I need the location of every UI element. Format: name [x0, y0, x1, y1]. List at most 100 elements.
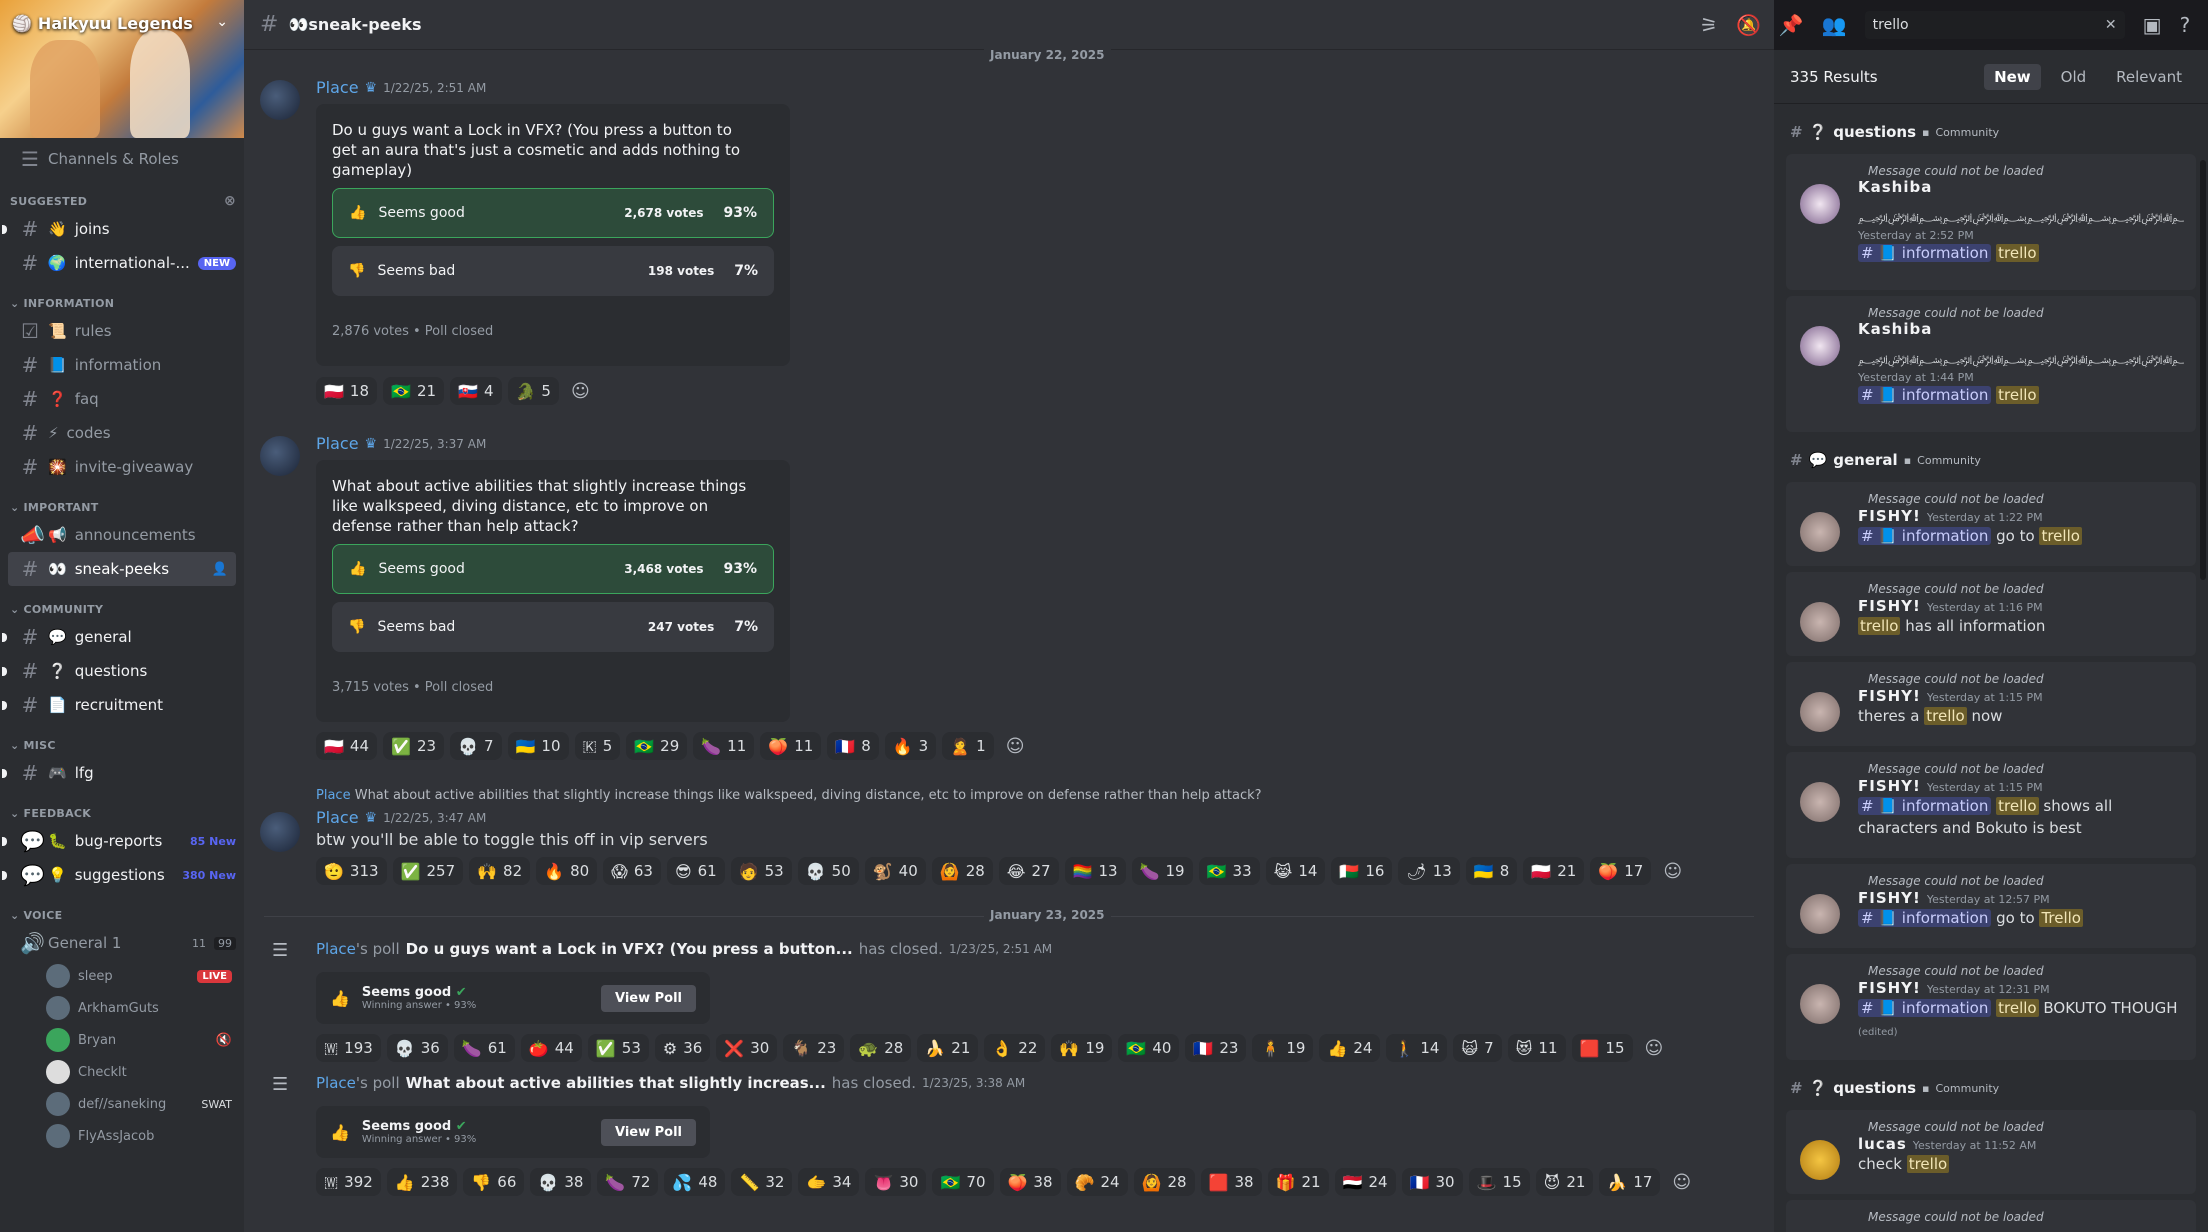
reaction-button[interactable]: 💀 36 [386, 1034, 448, 1062]
reaction-button[interactable]: 🐐 23 [783, 1034, 845, 1062]
reaction-button[interactable]: 🇵🇱 21 [1523, 857, 1585, 885]
close-icon[interactable]: ⊗ [224, 193, 236, 209]
username[interactable]: Place [316, 1074, 356, 1092]
poll-option[interactable]: 👎 Seems bad 247 votes 7% [332, 602, 774, 652]
reaction-button[interactable]: 🟥 15 [1571, 1034, 1633, 1062]
reaction-button[interactable]: 😱 63 [603, 857, 661, 885]
reaction-button[interactable]: 🇺🇦 8 [1465, 857, 1518, 885]
reaction-button[interactable]: 🍆 19 [1131, 857, 1193, 885]
sidebar-item-codes[interactable]: # ⚡ codes [0, 416, 244, 450]
reaction-button[interactable]: 💀 50 [797, 857, 859, 885]
reaction-button[interactable]: 🧑 53 [730, 857, 792, 885]
sidebar-item-invite-giveaway[interactable]: # 🎇 invite-giveaway [0, 450, 244, 484]
voice-user[interactable]: def//saneking SWAT [0, 1088, 244, 1120]
reaction-button[interactable]: 👎 66 [463, 1168, 525, 1196]
reaction-button[interactable]: 🫡 313 [316, 857, 387, 885]
voice-user[interactable]: ArkhamGuts [0, 992, 244, 1024]
inbox-icon[interactable]: ▣ [2143, 13, 2162, 37]
reaction-button[interactable]: 🍆 61 [453, 1034, 515, 1062]
search-result[interactable]: Message could not be loaded FISHY! Yester… [1786, 954, 2196, 1060]
add-reaction-icon[interactable]: ☺ [1000, 736, 1031, 757]
category-important[interactable]: ⌄ IMPORTANT [0, 496, 244, 518]
reaction-button[interactable]: 🙌 82 [469, 857, 531, 885]
category-information[interactable]: ⌄ INFORMATION [0, 292, 244, 314]
search-result[interactable]: Message could not be loaded FISHY! Yester… [1786, 572, 2196, 656]
reaction-button[interactable]: 🐊 5 [507, 377, 559, 405]
reaction-button[interactable]: 🇸🇰 4 [450, 377, 502, 405]
reaction-button[interactable]: 🇼 193 [316, 1034, 381, 1062]
view-poll-button[interactable]: View Poll [600, 984, 696, 1012]
server-name[interactable]: 🏐 Haikyuu Legends [12, 14, 193, 33]
search-result[interactable]: Message could not be loaded FISHY! Yester… [1786, 752, 2196, 858]
sidebar-item-suggestions[interactable]: 💬 💡 suggestions 380 New [0, 858, 244, 892]
notifications-muted-icon[interactable]: 🔕 [1736, 13, 1761, 37]
search-result[interactable]: Message could not be loaded FISHY! Yester… [1786, 482, 2196, 566]
poll-option[interactable]: 👎 Seems bad 198 votes 7% [332, 246, 774, 296]
add-reaction-icon[interactable]: ☺ [565, 381, 596, 402]
reaction-button[interactable]: 🚶 14 [1386, 1034, 1448, 1062]
username[interactable]: Place [316, 434, 359, 453]
search-result[interactable]: Message could not be loaded FISHY! Yester… [1786, 662, 2196, 746]
add-member-icon[interactable]: 👤 [212, 562, 228, 577]
sidebar-item-announcements[interactable]: 📣 📢 announcements [0, 518, 244, 552]
reaction-button[interactable]: 🇧🇷 70 [932, 1168, 994, 1196]
sidebar-item-questions[interactable]: # ❔ questions [0, 654, 244, 688]
reaction-button[interactable]: ✅ 257 [392, 857, 464, 885]
add-reaction-icon[interactable]: ☺ [1657, 861, 1688, 882]
reaction-button[interactable]: 💀 7 [450, 732, 502, 760]
reaction-button[interactable]: 😎 61 [666, 857, 725, 885]
search-result[interactable]: Message could not be loaded lucas Yesterd… [1786, 1110, 2196, 1194]
reaction-button[interactable]: 🌶 13 [1398, 857, 1460, 885]
poll-option[interactable]: 👍 Seems good 3,468 votes 93% [332, 544, 774, 594]
reaction-button[interactable]: 🇰 5 [574, 732, 621, 760]
scrollbar[interactable] [2200, 160, 2206, 580]
sidebar-item-general[interactable]: # 💬 general [0, 620, 244, 654]
voice-user[interactable]: FlyAssJacob [0, 1120, 244, 1152]
search-result[interactable]: Message could not be loaded [1786, 1200, 2196, 1232]
sidebar-item-lfg[interactable]: # 🎮 lfg [0, 756, 244, 790]
pin-icon[interactable]: 📌 [1779, 13, 1804, 37]
voice-channel-general-1[interactable]: 🔊 General 1 11 99 [0, 926, 244, 960]
reaction-button[interactable]: 🍑 11 [760, 732, 822, 760]
reaction-button[interactable]: 🇧🇷 29 [626, 732, 688, 760]
add-reaction-icon[interactable]: ☺ [1639, 1038, 1670, 1059]
result-channel-header[interactable]: # 💬 general ▪ Community [1774, 444, 2208, 476]
voice-user[interactable]: Bryan 🔇 [0, 1024, 244, 1056]
sidebar-item-sneak-peeks[interactable]: # 👀 sneak-peeks 👤 [8, 552, 236, 586]
channel-mention[interactable]: # 📘 information [1858, 386, 1992, 404]
reaction-button[interactable]: 🫱 34 [798, 1168, 860, 1196]
sidebar-item-joins[interactable]: # 👋 joins [0, 212, 244, 246]
reaction-button[interactable]: 🍑 17 [1590, 857, 1652, 885]
category-misc[interactable]: ⌄ MISC [0, 734, 244, 756]
category-voice[interactable]: ⌄ VOICE [0, 904, 244, 926]
category-suggested[interactable]: SUGGESTED ⊗ [0, 190, 244, 212]
reaction-button[interactable]: 👍 238 [386, 1168, 458, 1196]
reaction-button[interactable]: 🔥 80 [536, 857, 598, 885]
category-community[interactable]: ⌄ COMMUNITY [0, 598, 244, 620]
reaction-button[interactable]: 🇧🇷 21 [383, 377, 445, 405]
sidebar-item-international[interactable]: # 🌍 international-... NEW [0, 246, 244, 280]
reaction-button[interactable]: 🇫🇷 8 [827, 732, 879, 760]
reaction-button[interactable]: ✅ 23 [383, 732, 445, 760]
reaction-button[interactable]: 😂 27 [998, 857, 1059, 885]
reaction-button[interactable]: 🇲🇬 16 [1331, 857, 1393, 885]
search-result[interactable]: Message could not be loaded Kashiba ﷽﷽﷽﷽… [1786, 154, 2196, 290]
avatar[interactable] [260, 436, 300, 476]
reaction-button[interactable]: 🇫🇷 30 [1401, 1168, 1463, 1196]
category-feedback[interactable]: ⌄ FEEDBACK [0, 802, 244, 824]
reaction-button[interactable]: 💀 38 [530, 1168, 592, 1196]
search-result[interactable]: Message could not be loaded Kashiba ﷽﷽﷽﷽… [1786, 296, 2196, 432]
member-list-icon[interactable]: 👥 [1822, 13, 1847, 37]
tab-new[interactable]: New [1984, 63, 2041, 90]
voice-user[interactable]: sleep LIVE [0, 960, 244, 992]
reaction-button[interactable]: 🍑 38 [999, 1168, 1061, 1196]
sidebar-item-information[interactable]: # 📘 information [0, 348, 244, 382]
reaction-button[interactable]: 🇺🇦 10 [507, 732, 569, 760]
search-input[interactable]: trello ✕ [1864, 11, 2125, 39]
reaction-button[interactable]: 🙌 19 [1051, 1034, 1113, 1062]
clear-search-icon[interactable]: ✕ [2105, 17, 2117, 33]
sidebar-item-faq[interactable]: # ❓ faq [0, 382, 244, 416]
reaction-button[interactable]: 👍 24 [1319, 1034, 1381, 1062]
reaction-button[interactable]: 🇼 392 [316, 1168, 381, 1196]
username[interactable]: Place [316, 78, 359, 97]
